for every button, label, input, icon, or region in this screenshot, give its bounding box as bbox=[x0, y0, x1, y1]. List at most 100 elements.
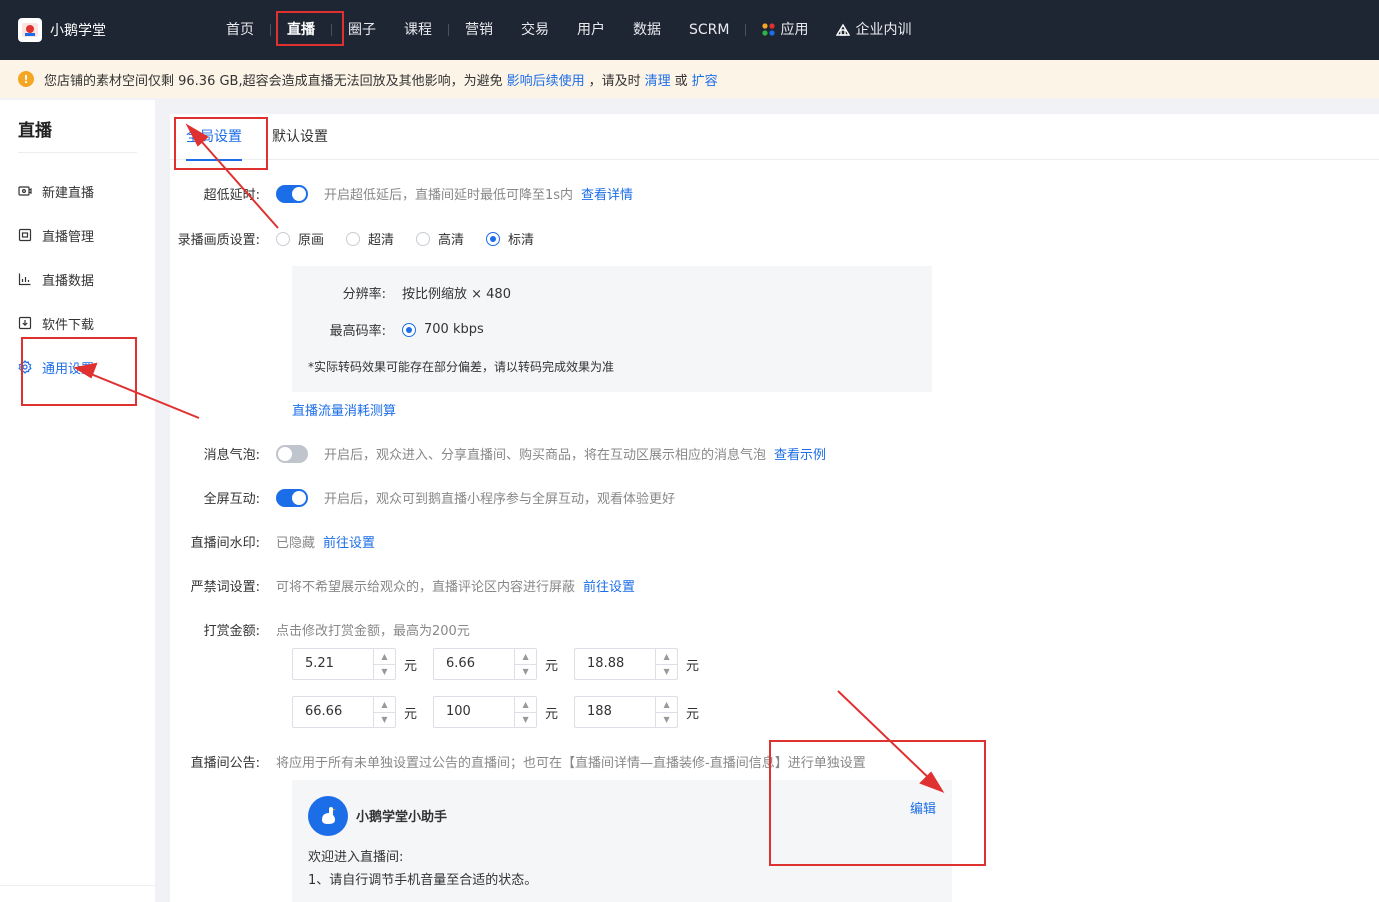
resolution-value: 按比例缩放 × 480 bbox=[402, 287, 511, 302]
alert-text-mid: ，请及时 bbox=[588, 73, 641, 89]
nav-scrm[interactable]: SCRM bbox=[675, 0, 743, 60]
reward-amount-input[interactable]: 18.88 ▲ ▼ bbox=[574, 648, 679, 680]
sidebar-item-live-data[interactable]: 直播数据 bbox=[0, 257, 155, 301]
sidebar-item-label: 直播管理 bbox=[42, 229, 95, 245]
currency-unit: 元 bbox=[404, 706, 418, 722]
sidebar-divider bbox=[0, 885, 155, 886]
live-manage-icon bbox=[18, 228, 32, 242]
warning-icon: ! bbox=[18, 71, 34, 87]
radio-label: 原画 bbox=[298, 233, 325, 248]
increment-icon[interactable]: ▲ bbox=[515, 649, 536, 664]
goose-icon bbox=[322, 807, 336, 824]
quality-option-super[interactable]: 超清 bbox=[346, 229, 394, 248]
traffic-calc-link[interactable]: 直播流量消耗测算 bbox=[292, 400, 396, 419]
traffic-calc-row: 直播流量消耗测算 bbox=[292, 400, 396, 419]
alert-impact-link[interactable]: 影响后续使用 bbox=[507, 70, 585, 89]
nav-course[interactable]: 课程 bbox=[390, 0, 446, 60]
nav-enterprise-training[interactable]: 企业内训 bbox=[822, 0, 925, 60]
sidebar-item-live-manage[interactable]: 直播管理 bbox=[0, 213, 155, 257]
sidebar-divider bbox=[18, 152, 137, 153]
currency-unit: 元 bbox=[545, 658, 559, 674]
increment-icon[interactable]: ▲ bbox=[374, 697, 395, 712]
sidebar-item-label: 新建直播 bbox=[42, 185, 95, 201]
notice-preview: 小鹅学堂小助手 编辑 欢迎进入直播间: 1、请自行调节手机音量至合适的状态。 bbox=[292, 780, 952, 902]
increment-icon[interactable]: ▲ bbox=[515, 697, 536, 712]
low-latency-detail-link[interactable]: 查看详情 bbox=[581, 184, 633, 203]
nav-circle[interactable]: 圈子 bbox=[334, 0, 390, 60]
reward-amount-input[interactable]: 66.66 ▲ ▼ bbox=[292, 696, 396, 728]
sidebar-item-general-settings[interactable]: 通用设置 bbox=[0, 345, 155, 389]
sidebar: 直播 新建直播 直播管理 直播数据 软件下载 通用设置 bbox=[0, 100, 155, 902]
radio-label: 高清 bbox=[438, 233, 465, 248]
decrement-icon[interactable]: ▼ bbox=[374, 663, 395, 680]
increment-icon[interactable]: ▲ bbox=[656, 697, 677, 712]
reward-amount-input[interactable]: 5.21 ▲ ▼ bbox=[292, 648, 396, 680]
currency-unit: 元 bbox=[404, 658, 418, 674]
record-quality-row: 录播画质设置: 原画 超清 高清 标清 bbox=[170, 229, 556, 248]
quality-option-original[interactable]: 原画 bbox=[276, 229, 324, 248]
nav-users[interactable]: 用户 bbox=[563, 0, 619, 60]
main-nav: 首页 直播 圈子 课程 营销 交易 用户 数据 SCRM 应用 企业内训 bbox=[212, 0, 925, 60]
banned-words-row: 严禁词设置: 可将不希望展示给观众的，直播评论区内容进行屏蔽 前往设置 bbox=[170, 576, 635, 595]
low-latency-row: 超低延时: 开启超低延后，直播间延时最低可降至1s内 查看详情 bbox=[170, 184, 633, 203]
increment-icon[interactable]: ▲ bbox=[374, 649, 395, 664]
record-quality-label: 录播画质设置: bbox=[177, 233, 260, 248]
sidebar-item-new-live[interactable]: 新建直播 bbox=[0, 169, 155, 213]
fullscreen-hint: 开启后，观众可到鹅直播小程序参与全屏互动，观看体验更好 bbox=[324, 492, 676, 507]
bubble-switch[interactable] bbox=[276, 444, 308, 463]
download-icon bbox=[18, 316, 32, 330]
quality-detail-box: 分辨率: 按比例缩放 × 480 最高码率: 700 kbps *实际转码效果可… bbox=[292, 266, 932, 392]
new-live-icon bbox=[18, 184, 32, 198]
reward-amounts-row-2: 66.66 ▲ ▼ 元 100 ▲ ▼ 元 188 ▲ ▼ 元 bbox=[292, 696, 715, 728]
decrement-icon[interactable]: ▼ bbox=[515, 711, 537, 728]
increment-icon[interactable]: ▲ bbox=[656, 649, 677, 664]
resolution-label: 分辨率: bbox=[342, 287, 386, 302]
banned-words-label: 严禁词设置: bbox=[190, 580, 260, 595]
reward-amounts-row-1: 5.21 ▲ ▼ 元 6.66 ▲ ▼ 元 18.88 ▲ ▼ 元 bbox=[292, 648, 715, 680]
radio-label: 超清 bbox=[368, 233, 395, 248]
nav-trade[interactable]: 交易 bbox=[507, 0, 563, 60]
low-latency-switch[interactable] bbox=[276, 184, 308, 203]
nav-apps-label: 应用 bbox=[780, 22, 809, 38]
alert-expand-link[interactable]: 扩容 bbox=[692, 70, 718, 89]
quality-option-high[interactable]: 高清 bbox=[416, 229, 464, 248]
bitrate-option[interactable]: 700 kbps bbox=[402, 322, 484, 337]
transcode-note: *实际转码效果可能存在部分偏差，请以转码完成效果为准 bbox=[308, 360, 615, 374]
decrement-icon[interactable]: ▼ bbox=[656, 663, 678, 680]
decrement-icon[interactable]: ▼ bbox=[374, 711, 395, 728]
reward-label: 打赏金额: bbox=[203, 624, 260, 639]
storage-alert: ! 您店铺的素材空间仅剩 96.36 GB,超容会造成直播无法回放及其他影响，为… bbox=[0, 60, 1379, 98]
fullscreen-switch[interactable] bbox=[276, 488, 308, 507]
assistant-avatar bbox=[308, 796, 348, 836]
nav-live[interactable]: 直播 bbox=[273, 0, 329, 60]
apps-icon bbox=[762, 2, 776, 62]
sidebar-item-download[interactable]: 软件下载 bbox=[0, 301, 155, 345]
banned-words-hint: 可将不希望展示给观众的，直播评论区内容进行屏蔽 bbox=[276, 580, 576, 595]
brand-name: 小鹅学堂 bbox=[50, 23, 106, 39]
notice-label: 直播间公告: bbox=[190, 756, 260, 771]
notice-edit-link[interactable]: 编辑 bbox=[910, 798, 936, 817]
alert-clean-link[interactable]: 清理 bbox=[645, 70, 671, 89]
nav-apps[interactable]: 应用 bbox=[748, 0, 822, 60]
reward-amount-input[interactable]: 6.66 ▲ ▼ bbox=[433, 648, 538, 680]
tab-global-settings[interactable]: 全局设置 bbox=[186, 114, 242, 161]
nav-home[interactable]: 首页 bbox=[212, 0, 268, 60]
live-data-icon bbox=[18, 272, 32, 286]
bubble-example-link[interactable]: 查看示例 bbox=[774, 444, 826, 463]
brand[interactable]: 小鹅学堂 bbox=[18, 18, 208, 42]
assistant-name: 小鹅学堂小助手 bbox=[356, 810, 448, 825]
nav-marketing[interactable]: 营销 bbox=[451, 0, 507, 60]
reward-amount-input[interactable]: 188 ▲ ▼ bbox=[574, 696, 679, 728]
decrement-icon[interactable]: ▼ bbox=[515, 663, 537, 680]
decrement-icon[interactable]: ▼ bbox=[656, 711, 678, 728]
sidebar-item-label: 软件下载 bbox=[42, 317, 95, 333]
reward-amount-input[interactable]: 100 ▲ ▼ bbox=[433, 696, 538, 728]
nav-data[interactable]: 数据 bbox=[619, 0, 675, 60]
reward-hint: 点击修改打赏金额，最高为200元 bbox=[276, 624, 470, 639]
quality-option-standard[interactable]: 标清 bbox=[486, 229, 534, 248]
watermark-settings-link[interactable]: 前往设置 bbox=[323, 532, 375, 551]
tab-default-settings[interactable]: 默认设置 bbox=[272, 114, 328, 160]
bitrate-line: 最高码率: 700 kbps bbox=[308, 320, 484, 339]
bubble-label: 消息气泡: bbox=[203, 448, 260, 463]
banned-words-settings-link[interactable]: 前往设置 bbox=[583, 576, 635, 595]
